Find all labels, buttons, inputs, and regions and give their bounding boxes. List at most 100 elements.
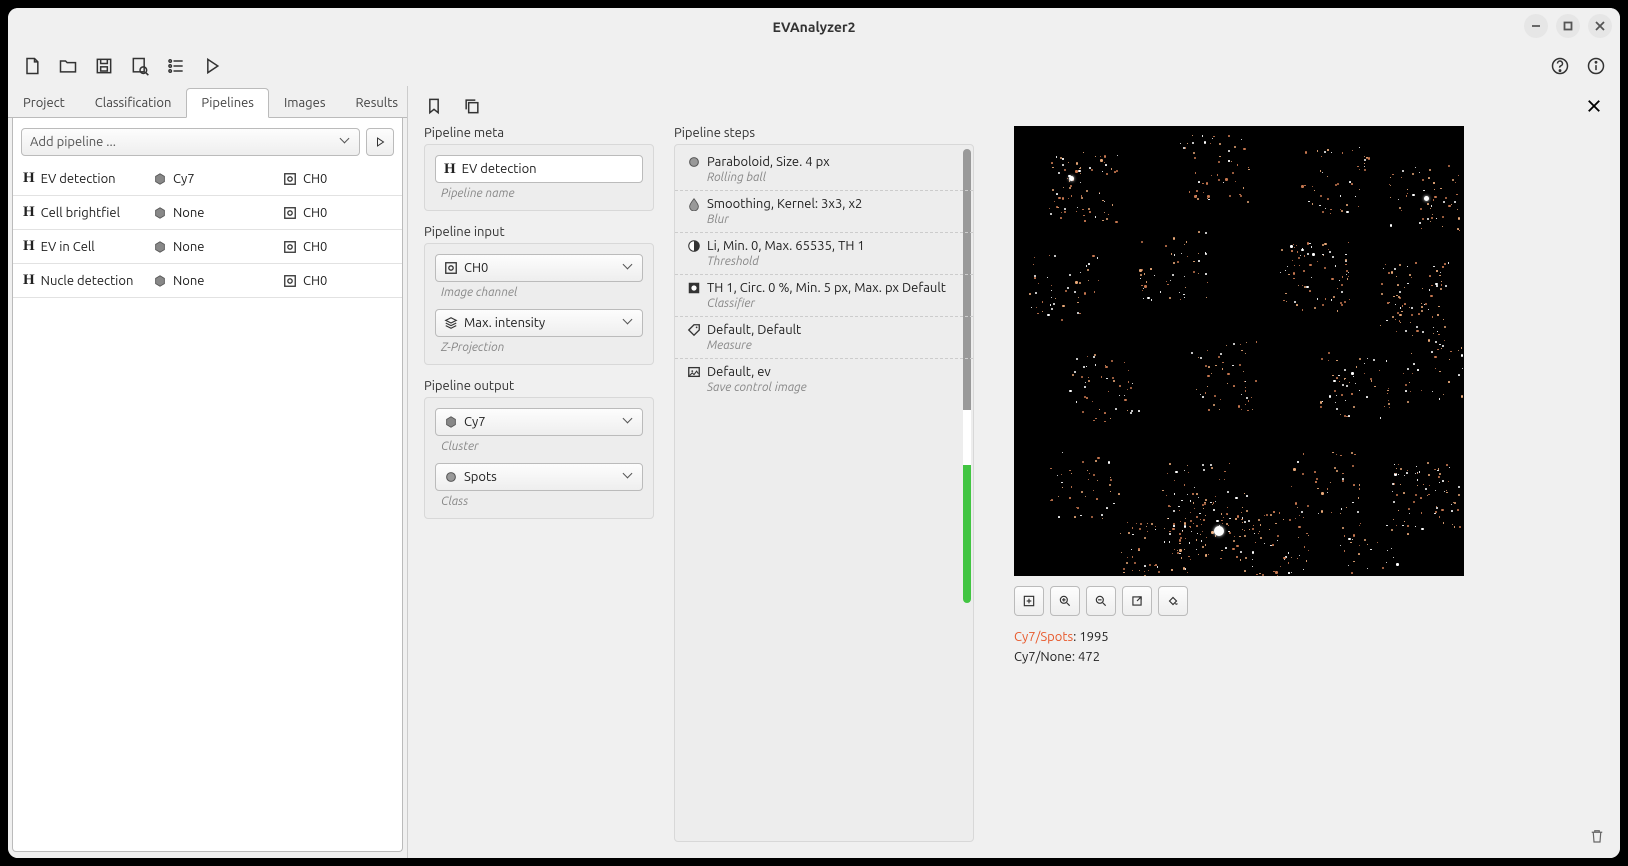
cluster-value: Cy7 (464, 415, 486, 429)
chevron-down-icon (624, 263, 634, 273)
pipeline-list: H EV detection Cy7 CH0 H Cell brightfiel None C… (13, 162, 402, 851)
step-title: Default, ev (707, 365, 771, 379)
step-caption: Save control image (707, 381, 959, 394)
zproj-caption: Z-Projection (435, 341, 643, 354)
h-icon: H (23, 170, 35, 187)
channel-value: CH0 (464, 261, 488, 275)
fit-button[interactable] (1014, 586, 1044, 616)
step-title: Smoothing, Kernel: 3x3, x2 (707, 197, 862, 211)
pipeline-step[interactable]: Paraboloid, Size. 4 pxRolling ball (675, 149, 973, 191)
zoom-out-button[interactable] (1086, 586, 1116, 616)
minimize-button[interactable] (1524, 14, 1548, 38)
pipeline-cluster: None (173, 274, 205, 288)
channel-icon (283, 240, 297, 254)
list-icon[interactable] (162, 52, 190, 80)
zoom-file-icon[interactable] (126, 52, 154, 80)
preview-image (1014, 126, 1464, 576)
channel-icon (283, 206, 297, 220)
hexagon-icon (153, 172, 167, 186)
pipeline-step[interactable]: Default, Default Measure (675, 317, 973, 359)
tab-project[interactable]: Project (8, 88, 80, 118)
pipeline-step[interactable]: TH 1, Circ. 0 %, Min. 5 px, Max. px Defa… (675, 275, 973, 317)
step-caption: Threshold (707, 255, 959, 268)
delete-button[interactable] (1588, 827, 1606, 848)
maximize-button[interactable] (1556, 14, 1580, 38)
stat-value: 472 (1078, 650, 1100, 664)
zproj-value: Max. intensity (464, 316, 545, 330)
h-icon: H (23, 238, 35, 255)
zprojection-select[interactable]: Max. intensity (435, 309, 643, 337)
tab-results[interactable]: Results (340, 88, 412, 118)
pipeline-channel: CH0 (303, 274, 327, 288)
h-icon: H (444, 161, 456, 178)
open-external-button[interactable] (1122, 586, 1152, 616)
meta-section-label: Pipeline meta (424, 126, 654, 140)
help-icon[interactable] (1546, 52, 1574, 80)
info-icon[interactable] (1582, 52, 1610, 80)
close-panel-button[interactable] (1580, 92, 1608, 120)
editor-panel: Pipeline meta H EV detection Pipeline na… (408, 86, 1620, 858)
pipeline-row[interactable]: HCell brightfielNoneCH0 (13, 196, 402, 230)
new-file-icon[interactable] (18, 52, 46, 80)
close-button[interactable] (1588, 14, 1612, 38)
pipeline-row[interactable]: HEV in CellNoneCH0 (13, 230, 402, 264)
pipeline-name: Nucle detection (41, 274, 134, 288)
pipeline-name: EV detection (41, 172, 116, 186)
step-title: Default, Default (707, 323, 801, 337)
pipeline-row[interactable]: H EV detection Cy7 CH0 (13, 162, 402, 196)
steps-list: Paraboloid, Size. 4 pxRolling ballSmooth… (674, 144, 974, 842)
stat-line: Cy7/None: 472 (1014, 648, 1109, 668)
pipeline-name: Cell brightfiel (41, 206, 120, 220)
step-caption: Rolling ball (707, 171, 959, 184)
run-pipeline-button[interactable] (366, 128, 394, 156)
pipeline-step[interactable]: Smoothing, Kernel: 3x3, x2 Blur (675, 191, 973, 233)
cluster-select[interactable]: Cy7 (435, 408, 643, 436)
circle-icon (444, 470, 458, 484)
pipeline-name-caption: Pipeline name (435, 187, 643, 200)
pipeline-cluster: None (173, 206, 205, 220)
pipeline-cluster: None (173, 240, 205, 254)
pipeline-channel: CH0 (303, 172, 327, 186)
pipeline-channel: CH0 (303, 206, 327, 220)
pipeline-step[interactable]: Li, Min. 0, Max. 65535, TH 1Threshold (675, 233, 973, 275)
copy-icon[interactable] (458, 92, 486, 120)
main-toolbar (8, 46, 1620, 86)
hexagon-icon (153, 240, 167, 254)
channel-caption: Image channel (435, 286, 643, 299)
step-caption: Blur (707, 213, 959, 226)
save-icon[interactable] (90, 52, 118, 80)
chevron-down-icon (624, 417, 634, 427)
class-value: Spots (464, 470, 497, 484)
tab-classification[interactable]: Classification (80, 88, 187, 118)
title-bar: EVAnalyzer2 (8, 8, 1620, 46)
tab-images[interactable]: Images (269, 88, 341, 118)
input-section-label: Pipeline input (424, 225, 654, 239)
layers-icon (444, 316, 458, 330)
stat-line: Cy7/Spots: 1995 (1014, 628, 1109, 648)
run-icon[interactable] (198, 52, 226, 80)
step-title: TH 1, Circ. 0 %, Min. 5 px, Max. px Defa… (707, 281, 946, 295)
class-select[interactable]: Spots (435, 463, 643, 491)
sidebar-tabs: Project Classification Pipelines Images … (8, 88, 407, 118)
fill-button[interactable] (1158, 586, 1188, 616)
channel-icon (283, 274, 297, 288)
pipeline-name: EV in Cell (41, 240, 95, 254)
channel-icon (444, 261, 458, 275)
tab-pipelines[interactable]: Pipelines (186, 88, 269, 118)
zoom-in-button[interactable] (1050, 586, 1080, 616)
add-pipeline-placeholder: Add pipeline ... (30, 135, 116, 149)
pipeline-step[interactable]: Default, ev Save control image (675, 359, 973, 400)
output-section-label: Pipeline output (424, 379, 654, 393)
pipeline-cluster: Cy7 (173, 172, 195, 186)
stat-value: 1995 (1079, 630, 1108, 644)
pipeline-name-input[interactable]: H EV detection (435, 155, 643, 183)
pipeline-row[interactable]: HNucle detectionNoneCH0 (13, 264, 402, 298)
bookmark-icon[interactable] (420, 92, 448, 120)
hexagon-icon (153, 206, 167, 220)
hexagon-icon (153, 274, 167, 288)
add-pipeline-select[interactable]: Add pipeline ... (21, 128, 360, 156)
step-caption: Measure (707, 339, 959, 352)
image-channel-select[interactable]: CH0 (435, 254, 643, 282)
open-folder-icon[interactable] (54, 52, 82, 80)
chevron-down-icon (624, 472, 634, 482)
